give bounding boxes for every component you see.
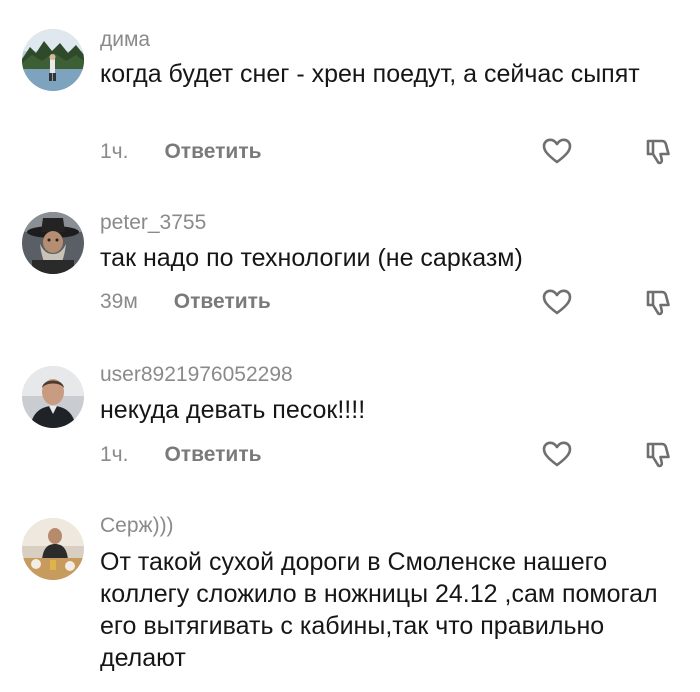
heart-outline-icon [542, 441, 572, 467]
man-portrait-avatar [22, 366, 84, 428]
like-button[interactable] [541, 135, 573, 167]
comments-list: дима когда будет снег - хрен поедут, а с… [0, 0, 700, 692]
comment-username[interactable]: Серж))) [100, 514, 174, 538]
landscape-photo-avatar [22, 29, 84, 91]
comment-timestamp: 39м [100, 290, 138, 313]
reply-button[interactable]: Ответить [164, 140, 261, 164]
avatar[interactable] [22, 518, 84, 580]
comment-timestamp: 1ч. [100, 443, 129, 466]
dislike-button[interactable] [643, 135, 675, 167]
thumbs-down-icon [646, 139, 670, 165]
comment-text: От такой сухой дороги в Смоленске нашего… [100, 548, 658, 672]
avatar[interactable] [22, 212, 84, 274]
avatar[interactable] [22, 29, 84, 91]
dislike-button[interactable] [643, 438, 675, 470]
comment-username[interactable]: user8921976052298 [100, 363, 293, 387]
like-button[interactable] [541, 286, 573, 318]
thumbs-down-icon [646, 442, 670, 468]
avatar[interactable] [22, 366, 84, 428]
heart-outline-icon [542, 289, 572, 315]
comment-meta: 39м Ответить [100, 290, 271, 314]
comment-meta: 1ч. Ответить [100, 443, 262, 467]
reply-button[interactable]: Ответить [164, 443, 261, 467]
comment-text: так надо по технологии (не сарказм) [100, 244, 523, 272]
like-button[interactable] [541, 438, 573, 470]
heart-outline-icon [542, 138, 572, 164]
man-at-table-avatar [22, 518, 84, 580]
comment-text: когда будет снег - хрен поедут, а сейчас… [100, 60, 640, 88]
comment-text: некуда девать песок!!!! [100, 396, 366, 424]
comment-username[interactable]: дима [100, 28, 150, 52]
reply-button[interactable]: Ответить [174, 290, 271, 314]
comment-meta: 1ч. Ответить [100, 140, 262, 164]
bearded-man-hat-avatar [22, 212, 84, 274]
thumbs-down-icon [646, 290, 670, 316]
comment-timestamp: 1ч. [100, 140, 129, 163]
comment-username[interactable]: peter_3755 [100, 211, 206, 235]
dislike-button[interactable] [643, 286, 675, 318]
